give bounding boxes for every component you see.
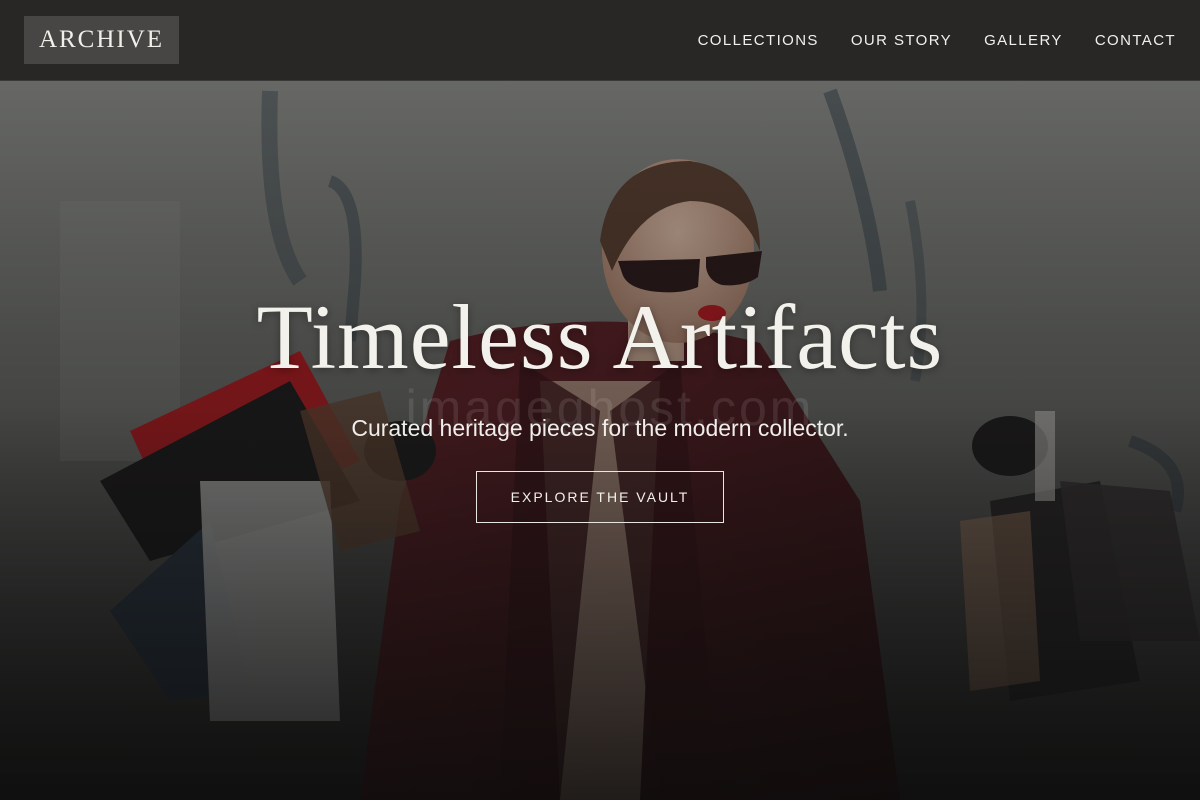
logo[interactable]: ARCHIVE [24,16,179,64]
nav-item-collections[interactable]: COLLECTIONS [698,32,819,49]
site-header: ARCHIVE COLLECTIONS OUR STORY GALLERY CO… [0,0,1200,81]
nav-item-contact[interactable]: CONTACT [1095,32,1176,49]
hero-section: imageghost.com Timeless Artifacts Curate… [0,81,1200,800]
hero-subtitle: Curated heritage pieces for the modern c… [351,415,849,441]
hero-title: Timeless Artifacts [256,286,944,388]
nav-item-our-story[interactable]: OUR STORY [851,32,952,49]
explore-vault-button[interactable]: EXPLORE THE VAULT [476,471,724,523]
main-nav: COLLECTIONS OUR STORY GALLERY CONTACT [698,0,1176,80]
nav-item-gallery[interactable]: GALLERY [984,32,1063,49]
landing-page: ARCHIVE COLLECTIONS OUR STORY GALLERY CO… [0,0,1200,800]
